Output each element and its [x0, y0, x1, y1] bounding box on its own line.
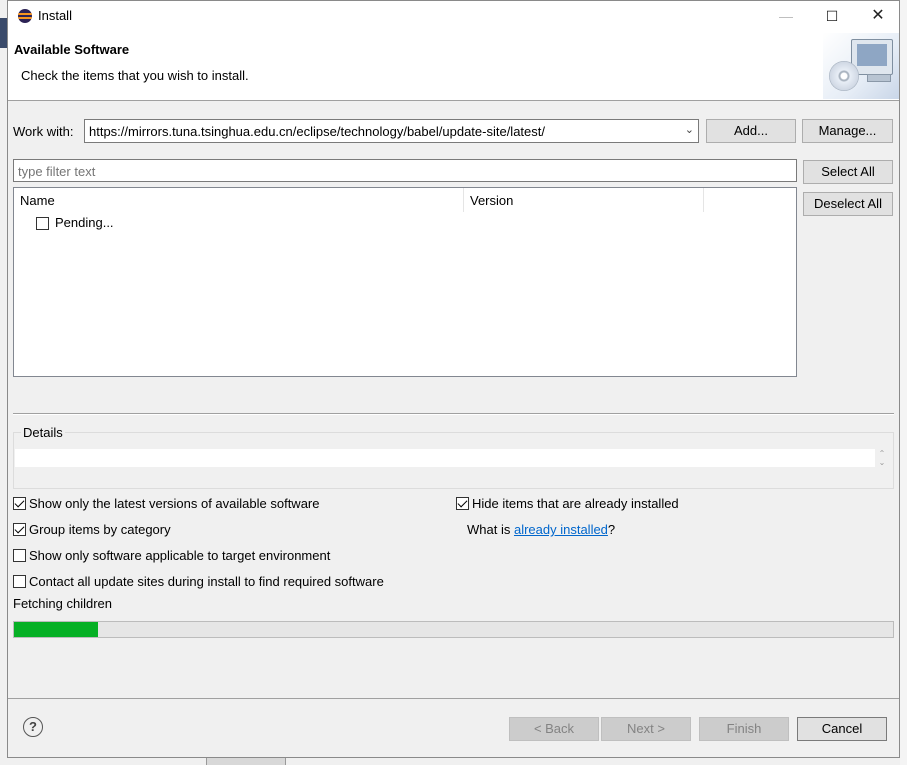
filter-field[interactable]	[13, 159, 797, 182]
title-bar[interactable]: Install — ☐ ✕	[8, 1, 899, 31]
work-with-label: Work with:	[13, 124, 74, 139]
progress-fill	[14, 622, 98, 637]
next-button[interactable]: Next >	[601, 717, 691, 741]
manage-button[interactable]: Manage...	[802, 119, 893, 143]
details-scrollbar[interactable]: ⌃ ⌄	[876, 449, 888, 469]
back-button[interactable]: < Back	[509, 717, 599, 741]
divider	[13, 413, 894, 415]
column-version[interactable]: Version	[470, 193, 513, 208]
help-icon[interactable]: ?	[23, 717, 43, 737]
window-title: Install	[38, 8, 72, 23]
footer-divider	[8, 698, 899, 699]
group-by-category-checkbox[interactable]	[13, 523, 26, 536]
contact-all-sites-checkbox[interactable]	[13, 575, 26, 588]
close-icon[interactable]: ✕	[855, 1, 901, 31]
page-title: Available Software	[14, 42, 130, 57]
add-button[interactable]: Add...	[706, 119, 796, 143]
tree-row-label: Pending...	[55, 215, 114, 230]
already-installed-link[interactable]: already installed	[514, 522, 608, 537]
software-tree[interactable]: Name Version Pending...	[13, 187, 797, 377]
filter-input[interactable]	[14, 160, 792, 182]
group-by-category-label: Group items by category	[29, 522, 171, 537]
status-text: Fetching children	[13, 596, 112, 611]
column-divider[interactable]	[463, 188, 464, 212]
minimize-icon[interactable]: —	[763, 1, 809, 31]
show-latest-label: Show only the latest versions of availab…	[29, 496, 320, 511]
progress-bar	[13, 621, 894, 638]
background-taskbar-fragment	[206, 758, 286, 765]
contact-all-sites-label: Contact all update sites during install …	[29, 574, 384, 589]
work-with-combo[interactable]: https://mirrors.tuna.tsinghua.edu.cn/ecl…	[84, 119, 699, 143]
show-applicable-checkbox[interactable]	[13, 549, 26, 562]
page-subtitle: Check the items that you wish to install…	[21, 68, 249, 83]
hide-installed-label: Hide items that are already installed	[472, 496, 679, 511]
dropdown-arrow-icon[interactable]: ⌄	[685, 123, 694, 136]
show-latest-checkbox[interactable]	[13, 497, 26, 510]
column-divider[interactable]	[703, 188, 704, 212]
finish-button[interactable]: Finish	[699, 717, 789, 741]
what-is-installed: What is already installed?	[467, 522, 615, 538]
work-with-value: https://mirrors.tuna.tsinghua.edu.cn/ecl…	[89, 124, 545, 139]
show-applicable-label: Show only software applicable to target …	[29, 548, 331, 563]
maximize-icon[interactable]: ☐	[809, 1, 855, 31]
details-title: Details	[21, 425, 65, 440]
what-is-prefix: What is	[467, 522, 514, 537]
cancel-button[interactable]: Cancel	[797, 717, 887, 741]
dialog-header: Available Software Check the items that …	[8, 31, 899, 101]
details-text[interactable]	[15, 449, 875, 467]
tree-header: Name Version	[14, 188, 796, 212]
what-is-suffix: ?	[607, 522, 616, 537]
cd-icon	[829, 61, 859, 91]
deselect-all-button[interactable]: Deselect All	[803, 192, 893, 216]
select-all-button[interactable]: Select All	[803, 160, 893, 184]
column-name[interactable]: Name	[20, 193, 55, 208]
tree-row-checkbox[interactable]	[36, 217, 49, 230]
hide-installed-checkbox[interactable]	[456, 497, 469, 510]
install-banner-icon	[823, 33, 899, 99]
install-dialog: Install — ☐ ✕ Available Software Check t…	[7, 0, 900, 758]
background-right-strip	[900, 0, 907, 765]
eclipse-app-icon	[18, 9, 32, 23]
monitor-base	[867, 74, 891, 82]
